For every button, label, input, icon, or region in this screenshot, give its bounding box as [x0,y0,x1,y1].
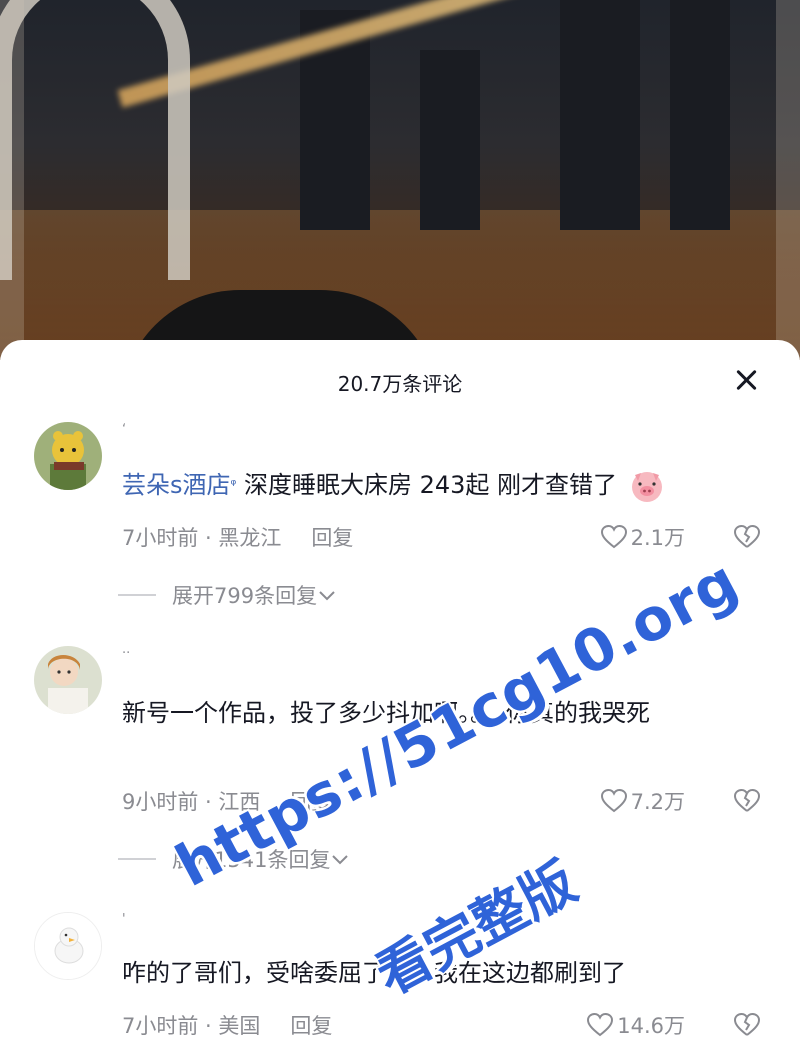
dislike-broken-heart-icon[interactable] [734,788,760,814]
expand-replies-label: 展开799条回复 [172,584,318,608]
comment-username[interactable]: ·· [122,646,130,661]
reply-button[interactable]: 回复 [311,526,353,550]
heart-icon [600,525,627,549]
reply-button[interactable]: 回复 [290,790,332,814]
comment-meta: 7小时前 · 美国 回复 [122,1010,332,1040]
expand-replies-button[interactable]: 展开799条回复 [118,580,337,610]
divider-line [118,858,156,860]
girl-avatar-icon[interactable] [34,646,102,714]
comment-body: 深度睡眠大床房 243起 刚才查错了 [243,471,618,499]
comment-count-title: 20.7万条评论 [337,372,463,396]
search-icon: ᵠ [230,477,237,493]
close-icon[interactable] [732,366,760,394]
video-background[interactable] [0,0,800,360]
pig-face-icon [631,472,662,502]
like-button[interactable]: 14.6万 [587,1010,685,1040]
dislike-broken-heart-icon[interactable] [734,524,760,550]
photo-frame [0,0,800,360]
divider-line [118,594,156,596]
time-location: 7小时前 · 美国 [122,1014,261,1038]
time-location: 9小时前 · 江西 [122,790,261,814]
comment-meta: 9小时前 · 江西 回复 [122,786,332,816]
time-location: 7小时前 · 黑龙江 [122,526,282,550]
comment-username[interactable]: ' [122,912,126,927]
white-duck-avatar-icon[interactable] [34,912,102,980]
yellow-bear-avatar-icon[interactable] [34,422,102,490]
comment-body: 新号一个作品，投了多少抖加啊。。。你真的我哭死 [122,699,650,727]
comment-body: 咋的了哥们，受啥委屈了啊，我在这边都刷到了 [122,959,626,987]
heart-icon [600,789,627,813]
like-count: 2.1万 [630,526,685,550]
mention-link[interactable]: 芸朵s酒店 [122,471,231,499]
like-button[interactable]: 2.1万 [600,522,685,552]
expand-replies-label: 展开1541条回复 [172,848,331,872]
chevron-down-icon [332,855,349,865]
reply-button[interactable]: 回复 [290,1014,332,1038]
like-button[interactable]: 7.2万 [600,786,685,816]
expand-replies-button[interactable]: 展开1541条回复 [118,844,350,874]
dislike-broken-heart-icon[interactable] [734,1012,760,1038]
comment-username[interactable]: ʻ [122,422,126,437]
chevron-down-icon [319,591,335,601]
like-count: 14.6万 [617,1014,685,1038]
heart-icon [587,1013,614,1037]
sheet-header: 20.7万条评论 [0,340,800,422]
comment-sheet: 20.7万条评论 ʻ 芸朵s酒店ᵠ 深度睡眠大床房 243起 刚才查错了 7小时… [0,340,800,1053]
like-count: 7.2万 [630,790,685,814]
comment-text: 芸朵s酒店ᵠ 深度睡眠大床房 243起 刚才查错了 [122,466,760,504]
comment-meta: 7小时前 · 黑龙江 回复 [122,522,353,552]
